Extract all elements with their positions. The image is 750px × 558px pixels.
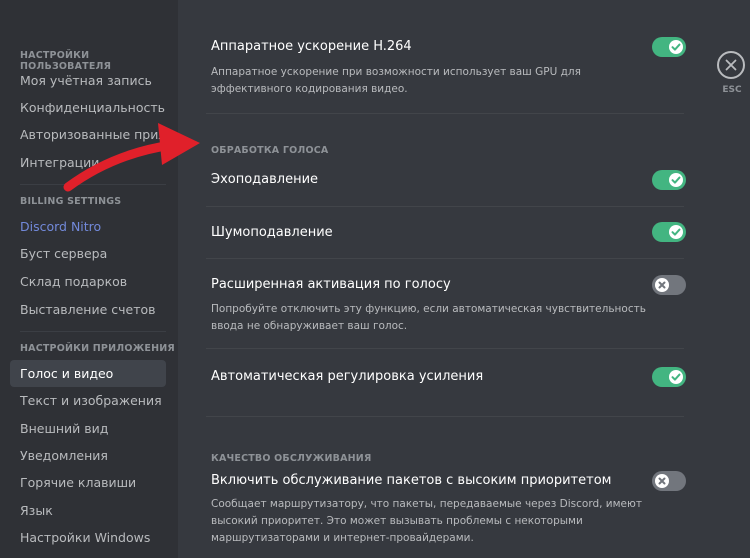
section-header-qos: КАЧЕСТВО ОБСЛУЖИВАНИЯ bbox=[211, 453, 372, 464]
h264-toggle[interactable] bbox=[652, 37, 686, 57]
sidebar-item-voice-video[interactable]: Голос и видео bbox=[10, 360, 166, 387]
check-icon bbox=[671, 176, 681, 184]
qos-title: Включить обслуживание пакетов с высоким … bbox=[211, 473, 612, 488]
section-divider bbox=[206, 416, 684, 417]
close-icon bbox=[725, 59, 737, 71]
check-icon bbox=[671, 43, 681, 51]
sidebar-item-language[interactable]: Язык bbox=[10, 497, 166, 524]
sidebar-header-app-settings: НАСТРОЙКИ ПРИЛОЖЕНИЯ bbox=[20, 343, 175, 354]
noise-suppression-toggle[interactable] bbox=[652, 222, 686, 242]
qos-toggle[interactable] bbox=[652, 471, 686, 491]
row-divider bbox=[206, 348, 684, 349]
sidebar-header-billing: BILLING SETTINGS bbox=[20, 196, 122, 207]
x-mark-icon bbox=[658, 281, 666, 289]
sidebar-item-windows-settings[interactable]: Настройки Windows bbox=[10, 524, 166, 551]
sidebar-item-appearance[interactable]: Внешний вид bbox=[10, 415, 166, 442]
sidebar-item-server-boost[interactable]: Буст сервера bbox=[10, 240, 166, 267]
sidebar-item-keybinds[interactable]: Горячие клавиши bbox=[10, 469, 166, 496]
noise-suppression-title: Шумоподавление bbox=[211, 225, 333, 240]
sidebar-divider bbox=[20, 331, 166, 332]
advanced-voice-activity-title: Расширенная активация по голосу bbox=[211, 277, 451, 292]
close-button[interactable] bbox=[717, 51, 745, 79]
advanced-voice-activity-description: Попробуйте отключить эту функцию, если а… bbox=[211, 303, 646, 332]
advanced-voice-activity-toggle[interactable] bbox=[652, 275, 686, 295]
echo-cancellation-title: Эхоподавление bbox=[211, 172, 319, 187]
echo-cancellation-toggle[interactable] bbox=[652, 170, 686, 190]
h264-title: Аппаратное ускорение H.264 bbox=[211, 39, 412, 54]
section-divider bbox=[206, 113, 684, 114]
sidebar-item-discord-nitro[interactable]: Discord Nitro bbox=[10, 213, 166, 240]
esc-label: ESC bbox=[722, 85, 742, 95]
row-divider bbox=[206, 258, 684, 259]
sidebar-item-gift-inventory[interactable]: Склад подарков bbox=[10, 268, 166, 295]
section-header-voice-processing: ОБРАБОТКА ГОЛОСА bbox=[211, 145, 329, 156]
red-arrow-annotation bbox=[63, 123, 200, 192]
auto-gain-control-title: Автоматическая регулировка усиления bbox=[211, 369, 484, 384]
qos-description: Сообщает маршрутизатору, что пакеты, пер… bbox=[211, 498, 642, 544]
row-divider bbox=[206, 206, 684, 207]
x-mark-icon bbox=[658, 477, 666, 485]
auto-gain-control-toggle[interactable] bbox=[652, 367, 686, 387]
sidebar-item-my-account[interactable]: Моя учётная запись bbox=[10, 67, 166, 94]
h264-description: Аппаратное ускорение при возможности исп… bbox=[211, 66, 581, 95]
sidebar-item-billing[interactable]: Выставление счетов bbox=[10, 296, 166, 323]
settings-content: Аппаратное ускорение H.264 Аппаратное ус… bbox=[178, 0, 750, 558]
check-icon bbox=[671, 228, 681, 236]
settings-sidebar: НАСТРОЙКИ ПОЛЬЗОВАТЕЛЯ Моя учётная запис… bbox=[0, 0, 178, 558]
check-icon bbox=[671, 373, 681, 381]
sidebar-item-notifications[interactable]: Уведомления bbox=[10, 442, 166, 469]
sidebar-item-text-images[interactable]: Текст и изображения bbox=[10, 387, 166, 414]
